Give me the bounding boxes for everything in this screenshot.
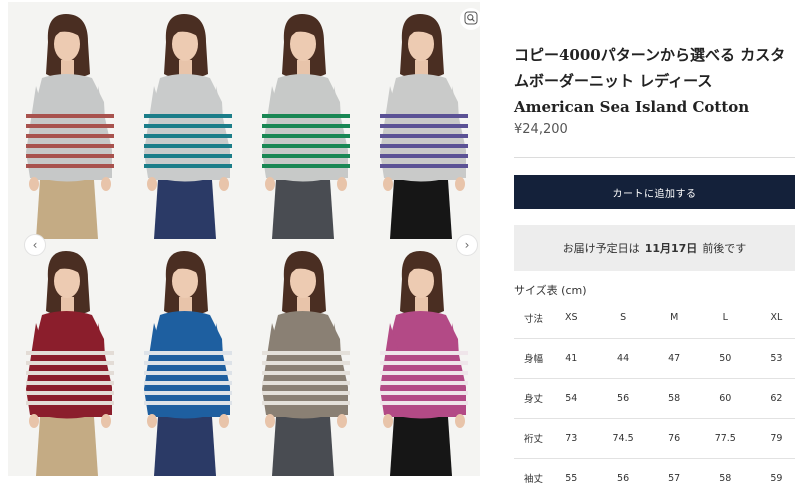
product-photo[interactable]	[362, 2, 480, 239]
header-cell: L	[692, 298, 758, 339]
chevron-left-icon: ‹	[32, 238, 38, 252]
product-price: ¥24,200	[514, 122, 568, 137]
table-cell: 50	[692, 338, 758, 379]
model-illustration	[362, 2, 480, 239]
table-row: 袖丈 55 56 57 58 59	[514, 458, 795, 490]
product-photo[interactable]	[244, 239, 362, 476]
model-illustration	[8, 239, 126, 476]
header-cell: 寸法	[514, 298, 552, 339]
model-illustration	[126, 239, 244, 476]
table-cell: 54	[552, 378, 591, 419]
product-title: コピー4000パターンから選べる カスタムボーダーニット レディース Ameri…	[514, 46, 786, 116]
table-row: 身幅 41 44 47 50 53	[514, 338, 795, 379]
product-photo[interactable]	[126, 239, 244, 476]
table-cell: 79	[757, 418, 795, 459]
header-cell: XS	[552, 298, 591, 339]
table-cell: 76	[655, 418, 693, 459]
table-cell: 44	[590, 338, 656, 379]
product-photo[interactable]	[362, 239, 480, 476]
table-cell: 73	[552, 418, 591, 459]
table-cell: 55	[552, 458, 591, 490]
header-cell: XL	[757, 298, 795, 339]
table-cell: 59	[757, 458, 795, 490]
product-photo[interactable]	[126, 2, 244, 239]
table-cell: 60	[692, 378, 758, 419]
row-label: 裄丈	[514, 418, 552, 459]
header-cell: M	[655, 298, 693, 339]
product-photo[interactable]	[244, 2, 362, 239]
chevron-right-icon: ›	[464, 238, 470, 252]
delivery-date: 11月17日	[644, 242, 698, 255]
header-cell: S	[590, 298, 656, 339]
table-cell: 56	[590, 378, 656, 419]
size-chart-table: 寸法 XS S M L XL 身幅 41 44 47 50 53 身丈 54 5…	[514, 298, 795, 490]
table-row: 裄丈 73 74.5 76 77.5 79	[514, 418, 795, 459]
product-gallery: ‹ ›	[8, 2, 482, 476]
table-row: 身丈 54 56 58 60 62	[514, 378, 795, 419]
table-cell: 77.5	[692, 418, 758, 459]
delivery-suffix: 前後です	[702, 242, 747, 255]
table-cell: 47	[655, 338, 693, 379]
row-label: 身幅	[514, 338, 552, 379]
table-cell: 41	[552, 338, 591, 379]
zoom-button[interactable]	[460, 8, 482, 30]
divider	[514, 157, 795, 158]
table-cell: 74.5	[590, 418, 656, 459]
delivery-estimate: お届け予定日は 11月17日 前後です	[514, 225, 795, 271]
table-cell: 56	[590, 458, 656, 490]
delivery-prefix: お届け予定日は	[562, 242, 640, 255]
gallery-next-button[interactable]: ›	[456, 234, 478, 256]
product-photo[interactable]	[8, 2, 126, 239]
table-cell: 57	[655, 458, 693, 490]
product-photo[interactable]	[8, 239, 126, 476]
zoom-in-icon	[464, 10, 478, 29]
size-chart-header-row: 寸法 XS S M L XL	[514, 298, 795, 339]
row-label: 身丈	[514, 378, 552, 419]
size-chart-title: サイズ表 (cm)	[514, 284, 587, 297]
model-illustration	[244, 2, 362, 239]
add-to-cart-button[interactable]: カートに追加する	[514, 175, 795, 209]
model-illustration	[244, 239, 362, 476]
table-cell: 62	[757, 378, 795, 419]
row-label: 袖丈	[514, 458, 552, 490]
model-illustration	[362, 239, 480, 476]
table-cell: 53	[757, 338, 795, 379]
model-illustration	[126, 2, 244, 239]
table-cell: 58	[692, 458, 758, 490]
model-illustration	[8, 2, 126, 239]
gallery-prev-button[interactable]: ‹	[24, 234, 46, 256]
table-cell: 58	[655, 378, 693, 419]
